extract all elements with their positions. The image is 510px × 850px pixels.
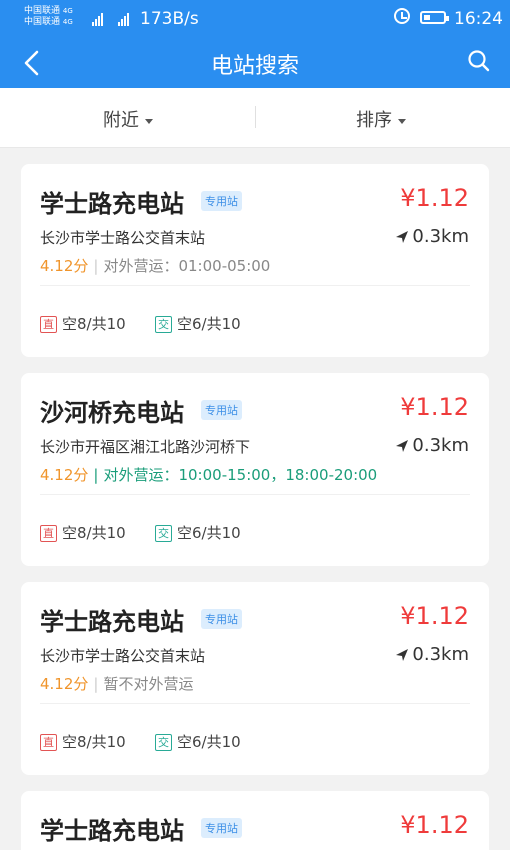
station-hours: 暂不对外营运 bbox=[103, 675, 194, 693]
ac-port-status: 交空6/共10 bbox=[155, 731, 241, 752]
ac-port-status: 交空6/共10 bbox=[155, 522, 241, 543]
clock: 16:24 bbox=[454, 9, 503, 29]
navigation-arrow-icon bbox=[396, 440, 409, 452]
distance-value: 0.3km bbox=[412, 435, 469, 456]
filter-sort-label: 排序 bbox=[356, 110, 392, 131]
station-score: 4.12分 bbox=[40, 257, 89, 275]
station-hours: 对外营运：10:00-15:00，18:00-20:00 bbox=[103, 466, 378, 484]
nav-bar: 电站搜索 bbox=[0, 38, 510, 88]
station-name: 学士路充电站 bbox=[40, 190, 184, 218]
station-card[interactable]: 学士路充电站 专用站 ¥1.12 bbox=[21, 791, 489, 850]
station-meta: 4.12分 | 对外营运：01:00-05:00 bbox=[40, 255, 270, 276]
filter-divider bbox=[255, 106, 256, 128]
search-icon[interactable] bbox=[466, 48, 492, 74]
network-1: 4G bbox=[62, 7, 73, 15]
station-distance: 0.3km bbox=[396, 644, 469, 665]
dc-badge: 直 bbox=[40, 525, 57, 542]
signal-icon bbox=[92, 12, 106, 26]
card-divider bbox=[40, 494, 470, 495]
navigation-arrow-icon bbox=[396, 231, 409, 243]
dc-port-status: 直空8/共10 bbox=[40, 313, 126, 334]
page-title: 电站搜索 bbox=[210, 54, 299, 79]
ac-badge: 交 bbox=[155, 316, 172, 333]
ac-availability: 空6/共10 bbox=[177, 524, 241, 542]
station-address: 长沙市学士路公交首末站 bbox=[40, 647, 206, 665]
battery-icon bbox=[420, 11, 449, 24]
station-meta: 4.12分 | 暂不对外营运 bbox=[40, 673, 193, 694]
ac-badge: 交 bbox=[155, 525, 172, 542]
filter-nearby-label: 附近 bbox=[103, 110, 139, 131]
network-2: 4G bbox=[62, 18, 73, 26]
card-divider bbox=[40, 703, 470, 704]
station-address: 长沙市学士路公交首末站 bbox=[40, 229, 206, 247]
station-score: 4.12分 bbox=[40, 466, 89, 484]
station-name: 沙河桥充电站 bbox=[40, 399, 184, 427]
caret-down-icon bbox=[398, 118, 406, 124]
alarm-icon bbox=[394, 8, 410, 24]
navigation-arrow-icon bbox=[396, 649, 409, 661]
filter-nearby[interactable]: 附近 bbox=[103, 106, 153, 132]
filter-sort[interactable]: 排序 bbox=[356, 106, 406, 132]
station-price: ¥1.12 bbox=[400, 184, 469, 212]
station-type-tag: 专用站 bbox=[201, 609, 242, 629]
station-price: ¥1.12 bbox=[400, 602, 469, 630]
meta-separator: | bbox=[93, 675, 99, 693]
station-card[interactable]: 学士路充电站 专用站 ¥1.12 长沙市学士路公交首末站 0.3km 4.12分… bbox=[21, 582, 489, 775]
dc-badge: 直 bbox=[40, 316, 57, 333]
ac-availability: 空6/共10 bbox=[177, 315, 241, 333]
dc-port-status: 直空8/共10 bbox=[40, 731, 126, 752]
status-bar: 中国联通 4G 中国联通 4G 173B/s 16:24 bbox=[0, 0, 510, 38]
signal-icon bbox=[118, 12, 132, 26]
meta-separator: | bbox=[93, 257, 99, 275]
station-distance: 0.3km bbox=[396, 435, 469, 456]
network-speed: 173B/s bbox=[140, 9, 199, 29]
caret-down-icon bbox=[145, 118, 153, 124]
meta-separator: | bbox=[93, 466, 99, 484]
station-price: ¥1.12 bbox=[400, 811, 469, 839]
station-address: 长沙市开福区湘江北路沙河桥下 bbox=[40, 438, 251, 456]
station-score: 4.12分 bbox=[40, 675, 89, 693]
station-meta: 4.12分 | 对外营运：10:00-15:00，18:00-20:00 bbox=[40, 464, 377, 485]
station-name: 学士路充电站 bbox=[40, 608, 184, 636]
carrier-1: 中国联通 bbox=[24, 6, 61, 16]
carrier-2: 中国联通 bbox=[24, 17, 61, 27]
carrier-info: 中国联通 4G 中国联通 4G bbox=[24, 6, 73, 28]
station-card[interactable]: 沙河桥充电站 专用站 ¥1.12 长沙市开福区湘江北路沙河桥下 0.3km 4.… bbox=[21, 373, 489, 566]
dc-availability: 空8/共10 bbox=[62, 733, 126, 751]
card-divider bbox=[40, 285, 470, 286]
dc-port-status: 直空8/共10 bbox=[40, 522, 126, 543]
station-type-tag: 专用站 bbox=[201, 818, 242, 838]
dc-availability: 空8/共10 bbox=[62, 315, 126, 333]
station-card[interactable]: 学士路充电站 专用站 ¥1.12 长沙市学士路公交首末站 0.3km 4.12分… bbox=[21, 164, 489, 357]
station-hours: 对外营运：01:00-05:00 bbox=[103, 257, 271, 275]
station-distance: 0.3km bbox=[396, 226, 469, 247]
dc-availability: 空8/共10 bbox=[62, 524, 126, 542]
station-type-tag: 专用站 bbox=[201, 191, 242, 211]
distance-value: 0.3km bbox=[412, 226, 469, 247]
station-type-tag: 专用站 bbox=[201, 400, 242, 420]
station-price: ¥1.12 bbox=[400, 393, 469, 421]
distance-value: 0.3km bbox=[412, 644, 469, 665]
dc-badge: 直 bbox=[40, 734, 57, 751]
ac-badge: 交 bbox=[155, 734, 172, 751]
filter-bar: 附近 排序 bbox=[0, 88, 510, 148]
ac-availability: 空6/共10 bbox=[177, 733, 241, 751]
station-name: 学士路充电站 bbox=[40, 817, 184, 845]
ac-port-status: 交空6/共10 bbox=[155, 313, 241, 334]
